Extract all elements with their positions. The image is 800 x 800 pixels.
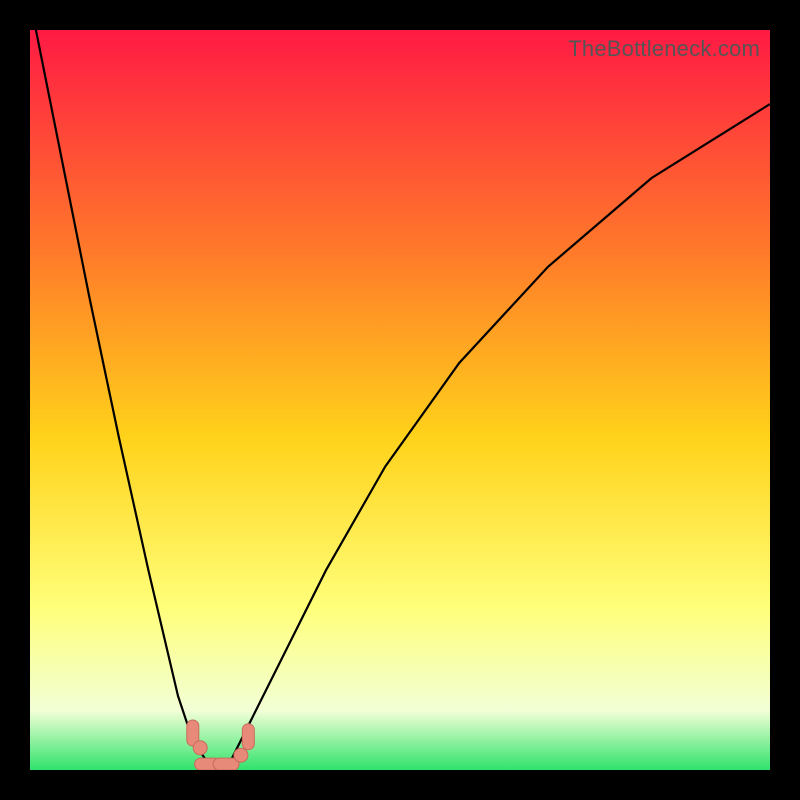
curve-marker [242, 724, 254, 750]
curve-marker [193, 741, 207, 755]
chart-stage: TheBottleneck.com [0, 0, 800, 800]
chart-svg [30, 30, 770, 770]
watermark-text: TheBottleneck.com [568, 36, 760, 62]
gradient-background [30, 30, 770, 770]
curve-marker [234, 748, 248, 762]
plot-area: TheBottleneck.com [30, 30, 770, 770]
